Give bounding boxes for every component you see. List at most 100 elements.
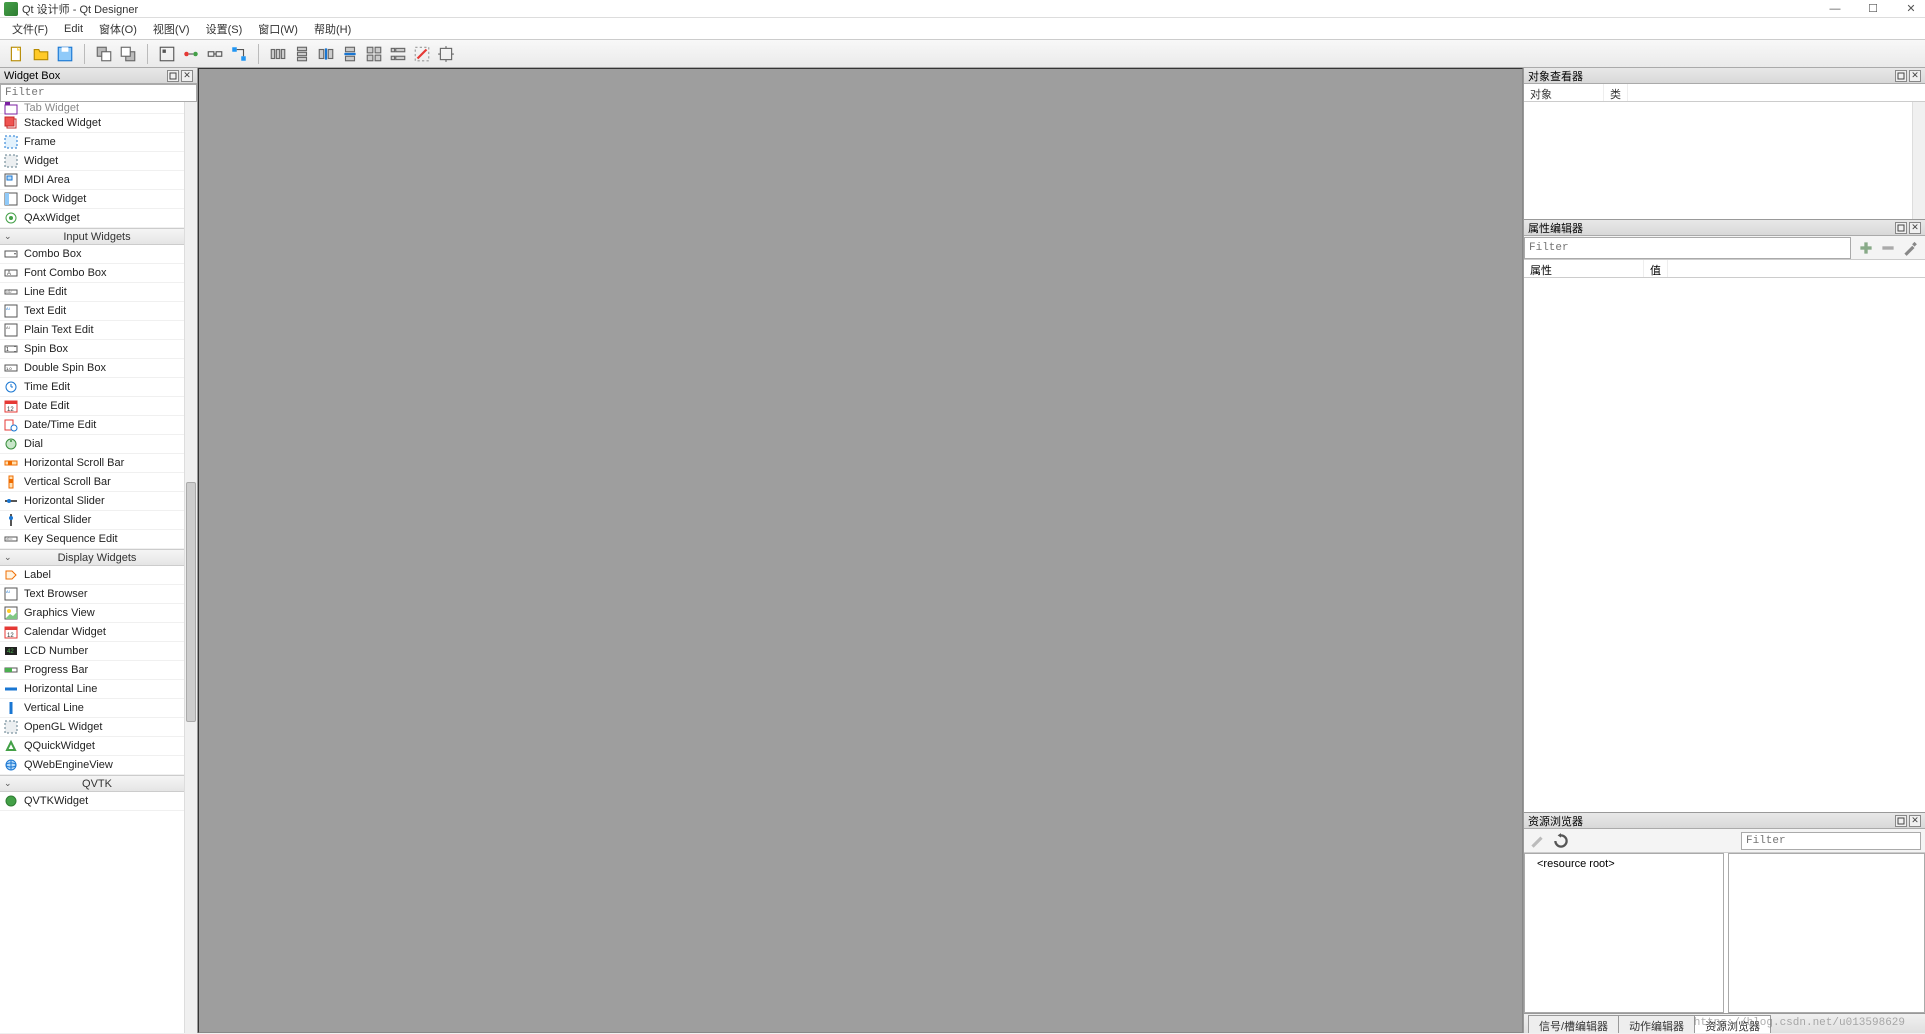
widget-item[interactable]: 12Date Edit bbox=[0, 397, 184, 416]
widget-item[interactable]: 1Spin Box bbox=[0, 340, 184, 359]
reload-resource-icon[interactable] bbox=[1552, 832, 1570, 850]
dock-close-icon[interactable]: ✕ bbox=[1909, 70, 1921, 82]
widget-item[interactable]: 1.0Double Spin Box bbox=[0, 359, 184, 378]
widget-item[interactable]: abcKey Sequence Edit bbox=[0, 530, 184, 549]
save-icon[interactable] bbox=[54, 43, 76, 65]
widget-category-header[interactable]: ⌄Input Widgets bbox=[0, 228, 184, 245]
layout-form-icon[interactable] bbox=[387, 43, 409, 65]
resource-browser-titlebar[interactable]: 资源浏览器 ✕ bbox=[1524, 813, 1925, 829]
edit-buddies-icon[interactable] bbox=[204, 43, 226, 65]
dock-float-icon[interactable] bbox=[1895, 815, 1907, 827]
open-file-icon[interactable] bbox=[30, 43, 52, 65]
tab-signal-slot[interactable]: 信号/槽编辑器 bbox=[1528, 1015, 1619, 1033]
widget-category-header[interactable]: ⌄QVTK bbox=[0, 775, 184, 792]
widget-item[interactable]: Vertical Line bbox=[0, 699, 184, 718]
class-column-header[interactable]: 类 bbox=[1604, 84, 1628, 101]
widget-item[interactable]: Combo Box bbox=[0, 245, 184, 264]
object-inspector-scrollbar[interactable] bbox=[1912, 102, 1925, 219]
widget-item[interactable]: QAxWidget bbox=[0, 209, 184, 228]
dock-float-icon[interactable] bbox=[1895, 70, 1907, 82]
widget-item[interactable]: Horizontal Line bbox=[0, 680, 184, 699]
menu-file[interactable]: 文件(F) bbox=[4, 19, 56, 39]
widget-item[interactable]: 12Calendar Widget bbox=[0, 623, 184, 642]
widget-box-list[interactable]: Tab WidgetStacked WidgetFrameWidgetMDI A… bbox=[0, 102, 197, 1033]
minimize-button[interactable]: — bbox=[1825, 2, 1845, 16]
menu-window[interactable]: 窗口(W) bbox=[250, 19, 306, 39]
break-layout-icon[interactable] bbox=[411, 43, 433, 65]
widget-item[interactable]: QVTKWidget bbox=[0, 792, 184, 811]
configure-icon[interactable] bbox=[1901, 239, 1919, 257]
widget-box-filter[interactable] bbox=[0, 84, 197, 102]
widget-item[interactable]: Tab Widget bbox=[0, 102, 184, 114]
widget-item[interactable]: Widget bbox=[0, 152, 184, 171]
widget-item[interactable]: AFont Combo Box bbox=[0, 264, 184, 283]
bring-front-icon[interactable] bbox=[117, 43, 139, 65]
add-property-icon[interactable] bbox=[1857, 239, 1875, 257]
widget-item[interactable]: AIPlain Text Edit bbox=[0, 321, 184, 340]
widget-item[interactable]: AIText Browser bbox=[0, 585, 184, 604]
maximize-button[interactable]: ☐ bbox=[1863, 2, 1883, 16]
resource-tree[interactable]: <resource root> bbox=[1524, 853, 1724, 1013]
widget-item[interactable]: 42LCD Number bbox=[0, 642, 184, 661]
widget-box-titlebar[interactable]: Widget Box ✕ bbox=[0, 68, 197, 84]
object-inspector-body[interactable] bbox=[1524, 102, 1925, 219]
tab-action-editor[interactable]: 动作编辑器 bbox=[1618, 1015, 1695, 1033]
property-editor-titlebar[interactable]: 属性编辑器 ✕ bbox=[1524, 220, 1925, 236]
menu-edit[interactable]: Edit bbox=[56, 21, 91, 37]
widget-category-header[interactable]: ⌄Display Widgets bbox=[0, 549, 184, 566]
widget-item[interactable]: Stacked Widget bbox=[0, 114, 184, 133]
edit-tab-order-icon[interactable] bbox=[228, 43, 250, 65]
widget-box-scrollbar[interactable] bbox=[184, 102, 197, 1033]
layout-vertical-splitter-icon[interactable] bbox=[339, 43, 361, 65]
widget-item[interactable]: Vertical Slider bbox=[0, 511, 184, 530]
edit-resource-icon[interactable] bbox=[1528, 832, 1546, 850]
widget-item[interactable]: QQuickWidget bbox=[0, 737, 184, 756]
widget-item[interactable]: Frame bbox=[0, 133, 184, 152]
menu-settings[interactable]: 设置(S) bbox=[198, 19, 251, 39]
remove-property-icon[interactable] bbox=[1879, 239, 1897, 257]
layout-horizontal-splitter-icon[interactable] bbox=[315, 43, 337, 65]
property-editor-body[interactable] bbox=[1524, 278, 1925, 812]
property-column-header[interactable]: 属性 bbox=[1524, 260, 1644, 277]
layout-vertical-icon[interactable] bbox=[291, 43, 313, 65]
layout-horizontal-icon[interactable] bbox=[267, 43, 289, 65]
dock-float-icon[interactable] bbox=[167, 70, 179, 82]
edit-widgets-icon[interactable] bbox=[156, 43, 178, 65]
layout-grid-icon[interactable] bbox=[363, 43, 385, 65]
resource-preview[interactable] bbox=[1728, 853, 1925, 1013]
widget-item[interactable]: MDI Area bbox=[0, 171, 184, 190]
resource-filter-input[interactable] bbox=[1741, 832, 1921, 850]
widget-item[interactable]: AIText Edit bbox=[0, 302, 184, 321]
property-filter-input[interactable] bbox=[1524, 237, 1851, 259]
widget-item[interactable]: Label bbox=[0, 566, 184, 585]
widget-item[interactable]: Horizontal Slider bbox=[0, 492, 184, 511]
widget-item[interactable]: abLine Edit bbox=[0, 283, 184, 302]
dock-close-icon[interactable]: ✕ bbox=[1909, 815, 1921, 827]
widget-item[interactable]: Dial bbox=[0, 435, 184, 454]
scrollbar-thumb[interactable] bbox=[186, 482, 196, 722]
object-inspector-titlebar[interactable]: 对象查看器 ✕ bbox=[1524, 68, 1925, 84]
menu-view[interactable]: 视图(V) bbox=[145, 19, 198, 39]
mdi-area[interactable] bbox=[198, 68, 1523, 1033]
adjust-size-icon[interactable] bbox=[435, 43, 457, 65]
widget-item[interactable]: Horizontal Scroll Bar bbox=[0, 454, 184, 473]
menu-form[interactable]: 窗体(O) bbox=[91, 19, 145, 39]
value-column-header[interactable]: 值 bbox=[1644, 260, 1668, 277]
send-back-icon[interactable] bbox=[93, 43, 115, 65]
menu-help[interactable]: 帮助(H) bbox=[306, 19, 359, 39]
widget-item[interactable]: Date/Time Edit bbox=[0, 416, 184, 435]
close-button[interactable]: ✕ bbox=[1901, 2, 1921, 16]
widget-item[interactable]: Progress Bar bbox=[0, 661, 184, 680]
resource-root-item[interactable]: <resource root> bbox=[1537, 858, 1711, 870]
edit-signals-icon[interactable] bbox=[180, 43, 202, 65]
widget-item[interactable]: Time Edit bbox=[0, 378, 184, 397]
widget-item[interactable]: QWebEngineView bbox=[0, 756, 184, 775]
object-column-header[interactable]: 对象 bbox=[1524, 84, 1604, 101]
new-file-icon[interactable] bbox=[6, 43, 28, 65]
dock-close-icon[interactable]: ✕ bbox=[1909, 222, 1921, 234]
widget-item[interactable]: Graphics View bbox=[0, 604, 184, 623]
dock-close-icon[interactable]: ✕ bbox=[181, 70, 193, 82]
widget-item[interactable]: OpenGL Widget bbox=[0, 718, 184, 737]
widget-item[interactable]: Vertical Scroll Bar bbox=[0, 473, 184, 492]
dock-float-icon[interactable] bbox=[1895, 222, 1907, 234]
